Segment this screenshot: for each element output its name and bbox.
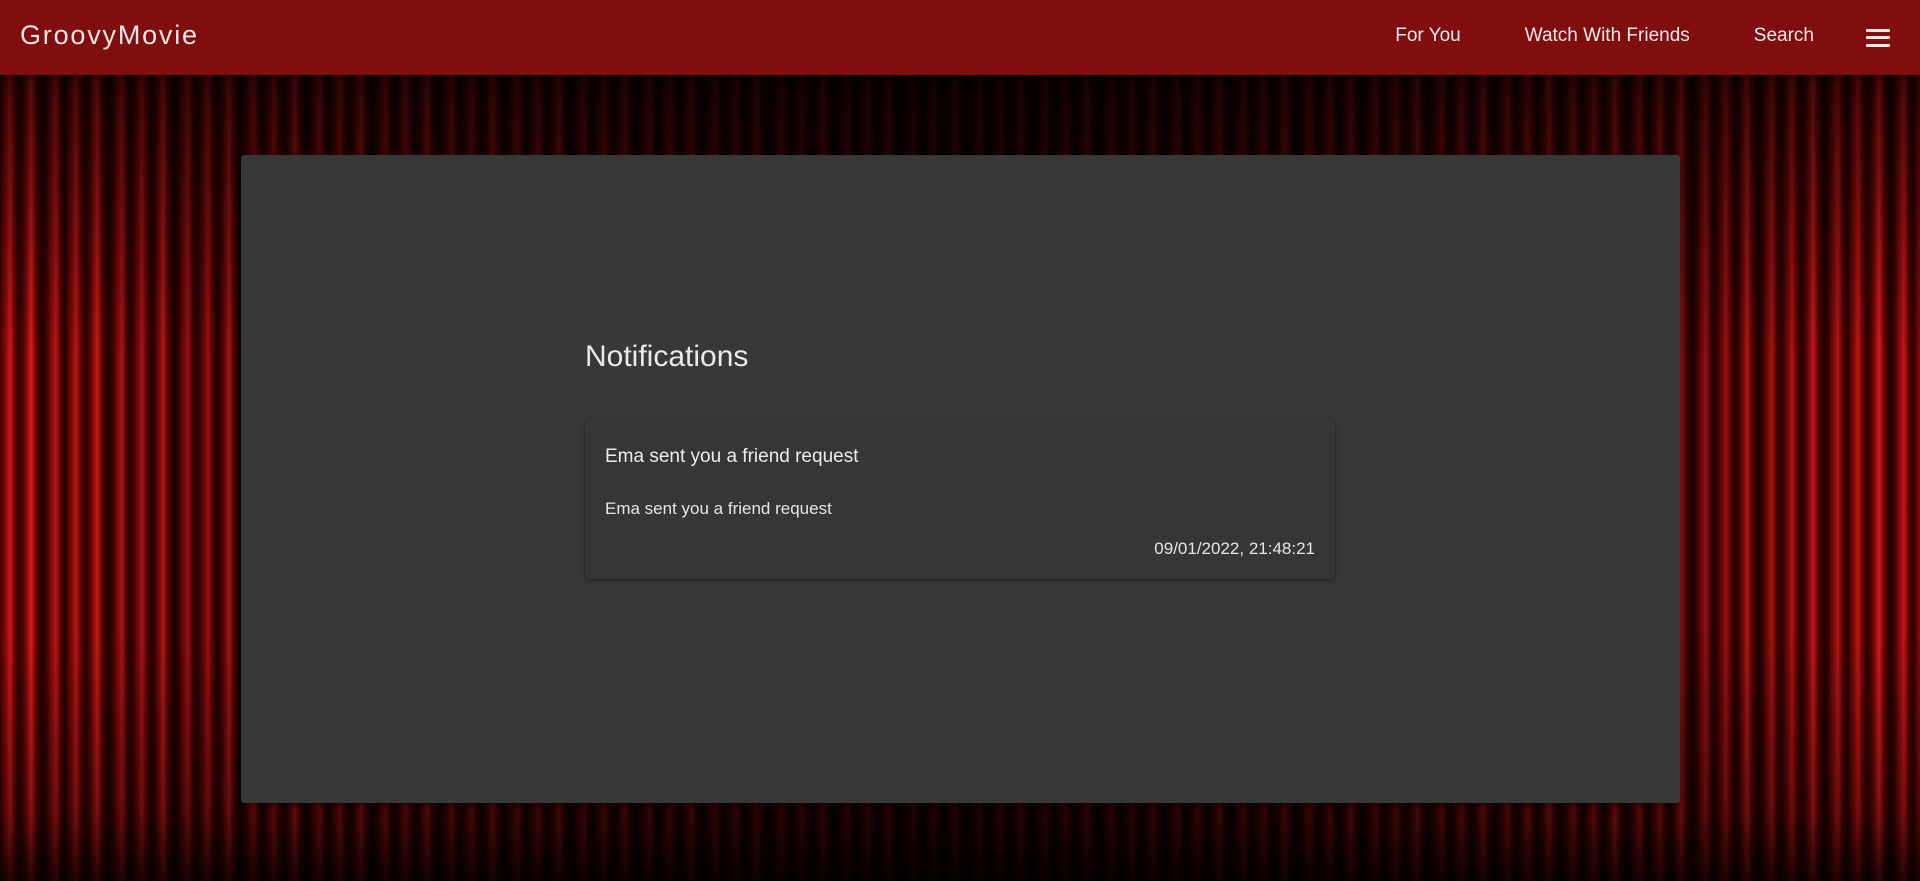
top-app-bar: GroovyMovie For You Watch With Friends S…: [0, 0, 1920, 75]
nav-search[interactable]: Search: [1722, 0, 1846, 75]
menu-button[interactable]: [1846, 0, 1910, 75]
nav-for-you[interactable]: For You: [1363, 0, 1493, 75]
main-nav: For You Watch With Friends Search: [1363, 0, 1920, 75]
app-logo-title[interactable]: GroovyMovie: [20, 20, 199, 51]
notification-timestamp: 09/01/2022, 21:48:21: [1154, 539, 1315, 558]
main-panel: Notifications Ema sent you a friend requ…: [241, 155, 1680, 803]
notification-card[interactable]: Ema sent you a friend request Ema sent y…: [585, 419, 1335, 579]
notification-title: Ema sent you a friend request: [605, 446, 859, 467]
menu-icon: [1866, 28, 1890, 47]
page-title: Notifications: [585, 340, 749, 373]
notification-body: Ema sent you a friend request: [605, 499, 832, 518]
nav-watch-with-friends[interactable]: Watch With Friends: [1493, 0, 1722, 75]
